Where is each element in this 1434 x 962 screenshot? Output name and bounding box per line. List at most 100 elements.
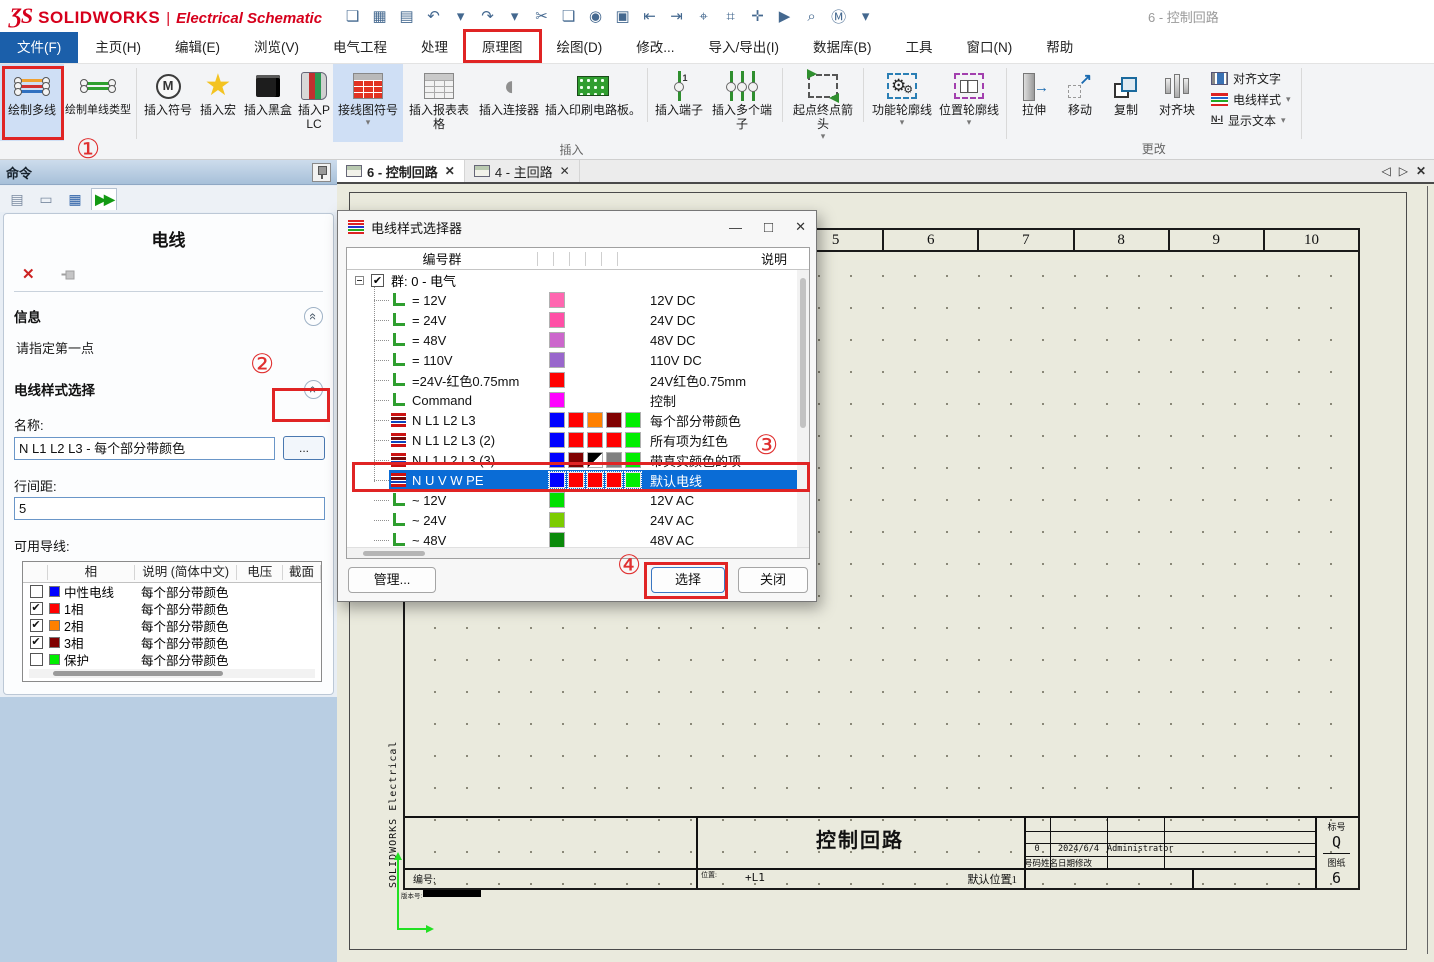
redo-dropdown-icon[interactable]: ▾ [502,4,527,28]
select-run-icon[interactable]: ▶ [772,4,797,28]
wire-style-row[interactable]: = 110V 110V DC [347,350,809,370]
wire-checkbox[interactable] [30,653,43,666]
export-page-icon[interactable]: ⇥ [664,4,689,28]
menu-item[interactable]: 数据库(B) [796,32,889,63]
list-hscrollbar[interactable] [347,547,810,558]
wire-style-row[interactable]: N L1 L2 L3 每个部分带颜色 [347,410,809,430]
more-dropdown-icon[interactable]: ▾ [853,4,878,28]
close-tab-icon[interactable]: ✕ [560,164,570,178]
wire-style-row[interactable]: =24V-红色0.75mm 24V红色0.75mm [347,370,809,390]
zoom-window-icon[interactable]: ⌗ [718,4,743,28]
pan-icon[interactable]: ✛ [745,4,770,28]
select-button[interactable]: 选择 [651,567,725,593]
wire-style-row[interactable]: N U V W PE 默认电线 [347,470,809,490]
import-page-icon[interactable]: ⇤ [637,4,662,28]
wiring-diagram-symbol-button[interactable]: 接线图符号 ▾ [333,64,403,142]
wire-row[interactable]: 中性电线 每个部分带颜色 [23,583,321,600]
insert-report-table-button[interactable]: 插入报表表格 [403,64,475,142]
wire-style-row[interactable]: = 48V 48V DC [347,330,809,350]
wire-style-row[interactable]: = 12V 12V DC [347,290,809,310]
group-checkbox[interactable] [371,274,384,287]
copy-special-icon[interactable]: ◉ [583,4,608,28]
paste-icon[interactable]: ▣ [610,4,635,28]
insert-multiple-terminals-button[interactable]: 插入多个端子 [706,64,778,142]
copy-button[interactable]: 复制 [1103,64,1149,141]
menu-item[interactable]: 编辑(E) [158,32,237,63]
menu-item[interactable]: 原理图 [465,32,540,63]
wire-checkbox[interactable] [30,636,43,649]
panel-pin-button[interactable] [312,163,331,182]
table-tool-icon[interactable]: ▦ [62,188,88,210]
wire-style-button[interactable]: 电线样式 ▾ [1211,91,1291,108]
wire-style-row[interactable]: Command 控制 [347,390,809,410]
manage-button[interactable]: 管理... [348,567,436,593]
menu-item[interactable]: 工具 [889,32,950,63]
redo-icon[interactable]: ↷ [475,4,500,28]
menu-item[interactable]: 绘图(D) [540,32,620,63]
menu-item[interactable]: 处理 [404,32,465,63]
line-spacing-input[interactable]: 5 [14,497,325,520]
minimize-icon[interactable] [729,220,742,235]
wire-style-name-input[interactable]: N L1 L2 L3 - 每个部分带颜色 [14,437,275,460]
menu-item[interactable]: 文件(F) [0,32,78,63]
menu-item[interactable]: 导入/导出(I) [692,32,797,63]
close-tab-icon[interactable]: ✕ [445,164,455,178]
wire-style-row[interactable]: ~ 24V 24V AC [347,510,809,530]
collapse-expander-icon[interactable] [355,276,364,285]
wire-checkbox[interactable] [30,585,43,598]
menu-item[interactable]: 浏览(V) [237,32,316,63]
insert-pcb-button[interactable]: 插入印刷电路板。 [543,64,643,142]
draw-singlewire-button[interactable]: 绘制单线类型 [64,64,132,141]
sheet-tool-icon[interactable]: ▤ [4,188,30,210]
close-button[interactable]: 关闭 [738,567,808,593]
menu-item[interactable]: 帮助 [1029,32,1090,63]
save-icon[interactable]: ▦ [367,4,392,28]
wire-style-row[interactable]: N L1 L2 L3 (3) 带真实颜色的项 [347,450,809,470]
wire-row[interactable]: 保护 每个部分带颜色 [23,651,321,668]
tab-control-circuit[interactable]: 6 - 控制回路 ✕ [337,160,465,182]
run-tool-icon[interactable]: ▶▶ [91,188,117,210]
print-icon[interactable]: ▤ [394,4,419,28]
undo-dropdown-icon[interactable]: ▾ [448,4,473,28]
location-outline-button[interactable]: 位置轮廓线 ▾ [936,64,1002,142]
collapse-chevron-icon[interactable] [304,380,323,399]
browse-wire-style-button[interactable]: ... [283,436,325,460]
align-blocks-button[interactable]: 对齐块 [1149,64,1205,141]
search-icon[interactable]: ⌕ [799,4,824,28]
wire-style-row[interactable]: ~ 12V 12V AC [347,490,809,510]
copy-icon[interactable]: ❏ [556,4,581,28]
wire-row[interactable]: 1相 每个部分带颜色 [23,600,321,617]
insert-macro-button[interactable]: ★ 插入宏 [195,64,241,142]
cancel-command-icon[interactable]: ✕ [22,265,35,283]
origin-destination-arrows-button[interactable]: 起点终点箭头 ▾ [787,64,859,142]
zoom-icon[interactable]: ⌖ [691,4,716,28]
wire-style-row[interactable]: = 24V 24V DC [347,310,809,330]
display-text-button[interactable]: 显示文本 ▾ [1211,112,1291,129]
menu-item[interactable]: 窗口(N) [950,32,1030,63]
dialog-titlebar[interactable]: 电线样式选择器 [338,211,816,243]
draw-multiwire-button[interactable]: 绘制多线 [0,64,64,141]
macro-m-icon[interactable]: Ⓜ [826,4,851,28]
wire-checkbox[interactable] [30,619,43,632]
insert-plc-button[interactable]: 插入PLC [295,64,333,142]
stretch-button[interactable]: 拉伸 [1011,64,1057,141]
box-tool-icon[interactable]: ▭ [33,188,59,210]
function-outline-button[interactable]: 功能轮廓线 ▾ [868,64,936,142]
maximize-icon[interactable] [764,219,773,236]
pin-command-icon[interactable] [61,269,75,280]
insert-symbol-button[interactable]: M 插入符号 [141,64,195,142]
tab-close-icon[interactable]: ✕ [1416,164,1426,178]
tab-scroll-left-icon[interactable]: ◁ [1381,164,1390,178]
menu-item[interactable]: 电气工程 [316,32,404,63]
align-text-button[interactable]: 对齐文字 [1211,70,1291,87]
wire-style-row[interactable]: N L1 L2 L3 (2) 所有项为红色 [347,430,809,450]
insert-terminal-button[interactable]: 插入端子 [652,64,706,142]
wire-checkbox[interactable] [30,602,43,615]
collapse-chevron-icon[interactable] [304,307,323,326]
table-hscrollbar[interactable] [29,669,315,678]
cut-icon[interactable]: ✂ [529,4,554,28]
group-root-row[interactable]: 群: 0 - 电气 [347,270,809,290]
pages-icon[interactable]: ❏ [340,4,365,28]
wire-row[interactable]: 3相 每个部分带颜色 [23,634,321,651]
tab-scroll-right-icon[interactable]: ▷ [1399,164,1408,178]
